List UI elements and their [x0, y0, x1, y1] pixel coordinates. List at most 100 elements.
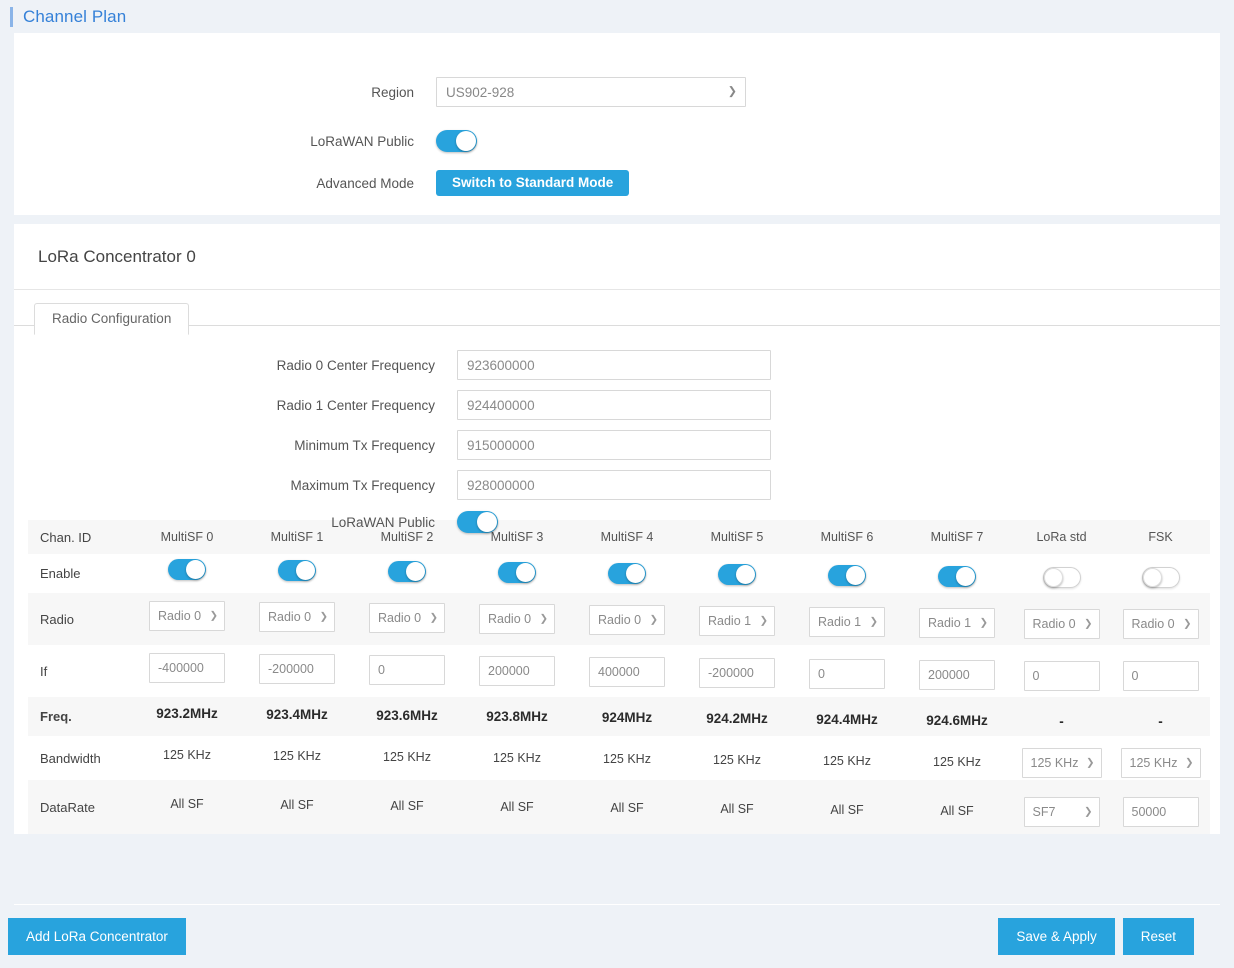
reset-button[interactable]: Reset: [1122, 918, 1194, 955]
radio-select-multisf-3[interactable]: Radio 0: [479, 604, 555, 634]
if-input-fsk[interactable]: [1122, 661, 1199, 691]
lorawan-public-toggle[interactable]: [436, 130, 477, 152]
row-label-radio: Radio: [40, 611, 74, 627]
radio-select-multisf-5[interactable]: Radio 1: [699, 606, 775, 636]
switch-to-standard-mode-button[interactable]: Switch to Standard Mode: [436, 170, 630, 196]
radio-select-wrapper-multisf-3[interactable]: Radio 0 ❯: [479, 604, 555, 634]
radio-select-wrapper-lora-std[interactable]: Radio 0 ❯: [1023, 609, 1100, 639]
radio1-center-frequency-row: Radio 1 Center Frequency: [2, 390, 771, 420]
enable-toggle-multisf-4[interactable]: [608, 562, 646, 584]
toggle-knob: [736, 564, 755, 584]
advanced-mode-label: Advanced Mode: [316, 175, 414, 191]
region-select[interactable]: US902-928: [436, 77, 746, 107]
radio-select-multisf-2[interactable]: Radio 0: [369, 603, 445, 633]
enable-toggle-multisf-0[interactable]: [168, 558, 206, 580]
if-input-multisf-3[interactable]: [479, 656, 555, 686]
concentrator-title: LoRa Concentrator 0: [14, 224, 1220, 290]
radio-select-wrapper-multisf-4[interactable]: Radio 0 ❯: [589, 605, 665, 635]
enable-toggle-multisf-3[interactable]: [498, 561, 536, 583]
table-row-enable: Enable: [28, 554, 1210, 593]
radio0-center-frequency-label: Radio 0 Center Frequency: [276, 357, 435, 373]
if-input-multisf-2[interactable]: [369, 655, 445, 685]
enable-toggle-multisf-6[interactable]: [828, 564, 866, 586]
toggle-knob: [1142, 567, 1162, 587]
maximum-tx-frequency-input[interactable]: [457, 470, 771, 500]
freq-value-multisf-6: 924.4MHz: [816, 712, 878, 727]
enable-toggle-lora-std[interactable]: [1042, 566, 1081, 588]
if-input-multisf-1[interactable]: [259, 654, 335, 684]
save-apply-button[interactable]: Save & Apply: [998, 918, 1115, 955]
toggle-knob: [296, 560, 315, 580]
freq-value-multisf-0: 923.2MHz: [156, 706, 218, 721]
radio-select-multisf-6[interactable]: Radio 1: [809, 607, 885, 637]
freq-value-fsk: -: [1158, 714, 1163, 729]
table-row-datarate: DataRate All SF All SF All SF All SF All…: [28, 780, 1210, 834]
radio-select-wrapper-multisf-0[interactable]: Radio 0 ❯: [149, 601, 225, 631]
add-lora-concentrator-button[interactable]: Add LoRa Concentrator: [8, 918, 186, 955]
bandwidth-select-lora-std[interactable]: 125 KHz: [1021, 748, 1102, 778]
if-input-lora-std[interactable]: [1023, 661, 1100, 691]
radio-select-wrapper-multisf-6[interactable]: Radio 1 ❯: [809, 607, 885, 637]
radio-select-multisf-1[interactable]: Radio 0: [259, 602, 335, 632]
region-select-wrapper[interactable]: US902-928 ❯: [436, 77, 746, 107]
concentrator-lorawan-public-toggle[interactable]: [457, 511, 498, 533]
datarate-select-wrapper-lora-std[interactable]: SF7 ❯: [1023, 797, 1100, 827]
bandwidth-select-wrapper-lora-std[interactable]: 125 KHz ❯: [1021, 748, 1102, 778]
radio-select-wrapper-multisf-7[interactable]: Radio 1 ❯: [919, 608, 995, 638]
concentrator-lorawan-public-row: LoRaWAN Public: [2, 511, 498, 533]
minimum-tx-frequency-input[interactable]: [457, 430, 771, 460]
bandwidth-value-multisf-5: 125 KHz: [713, 753, 761, 767]
title-accent-bar: [10, 6, 13, 27]
if-input-multisf-0[interactable]: [149, 653, 225, 683]
toggle-knob: [956, 566, 975, 586]
table-row-freq: Freq. 923.2MHz 923.4MHz 923.6MHz 923.8MH…: [28, 697, 1210, 736]
row-label-if: If: [40, 663, 48, 679]
if-input-multisf-4[interactable]: [589, 657, 665, 687]
freq-value-multisf-4: 924MHz: [601, 710, 653, 725]
radio-select-multisf-4[interactable]: Radio 0: [589, 605, 665, 635]
bandwidth-value-multisf-3: 125 KHz: [493, 751, 541, 765]
enable-toggle-multisf-5[interactable]: [718, 563, 756, 585]
datarate-select-lora-std[interactable]: SF7: [1023, 797, 1100, 827]
datarate-value-multisf-3: All SF: [500, 800, 534, 814]
radio-select-multisf-0[interactable]: Radio 0: [149, 601, 225, 631]
radio1-center-frequency-input[interactable]: [457, 390, 771, 420]
radio0-center-frequency-input[interactable]: [457, 350, 771, 380]
datarate-value-multisf-7: All SF: [940, 804, 974, 818]
bandwidth-value-multisf-1: 125 KHz: [273, 749, 321, 763]
enable-toggle-multisf-2[interactable]: [388, 560, 426, 582]
freq-value-multisf-7: 924.6MHz: [926, 713, 988, 728]
datarate-input-fsk[interactable]: [1122, 797, 1199, 827]
minimum-tx-frequency-label: Minimum Tx Frequency: [294, 437, 435, 453]
concentrator-panel: LoRa Concentrator 0 Radio Configuration …: [14, 224, 1220, 834]
header-multisf-7: MultiSF 7: [930, 530, 984, 544]
enable-toggle-multisf-7[interactable]: [938, 565, 976, 587]
radio-select-wrapper-multisf-1[interactable]: Radio 0 ❯: [259, 602, 335, 632]
radio-select-multisf-7[interactable]: Radio 1: [919, 608, 995, 638]
bandwidth-select-wrapper-fsk[interactable]: 125 KHz ❯: [1120, 748, 1201, 778]
maximum-tx-frequency-label: Maximum Tx Frequency: [290, 477, 435, 493]
enable-toggle-fsk[interactable]: [1141, 566, 1180, 588]
if-input-multisf-5[interactable]: [699, 658, 775, 688]
lorawan-public-label: LoRaWAN Public: [310, 133, 414, 149]
if-input-multisf-6[interactable]: [809, 659, 885, 689]
header-multisf-6: MultiSF 6: [820, 530, 874, 544]
radio-select-fsk[interactable]: Radio 0: [1122, 609, 1199, 639]
freq-value-multisf-1: 923.4MHz: [266, 707, 328, 722]
bandwidth-select-fsk[interactable]: 125 KHz: [1120, 748, 1201, 778]
enable-toggle-multisf-1[interactable]: [278, 559, 316, 581]
row-label-enable: Enable: [40, 566, 81, 581]
radio0-center-frequency-row: Radio 0 Center Frequency: [2, 350, 771, 380]
if-input-multisf-7[interactable]: [919, 660, 995, 690]
radio1-center-frequency-label: Radio 1 Center Frequency: [276, 397, 435, 413]
radio-configuration-form: Radio 0 Center Frequency Radio 1 Center …: [14, 326, 1220, 533]
settings-panel: Region US902-928 ❯ LoRaWAN Public Advanc…: [14, 33, 1220, 215]
radio-select-wrapper-multisf-2[interactable]: Radio 0 ❯: [369, 603, 445, 633]
toggle-knob: [516, 562, 535, 582]
header-multisf-4: MultiSF 4: [600, 530, 654, 544]
radio-select-wrapper-multisf-5[interactable]: Radio 1 ❯: [699, 606, 775, 636]
minimum-tx-frequency-row: Minimum Tx Frequency: [2, 430, 771, 460]
radio-select-wrapper-fsk[interactable]: Radio 0 ❯: [1122, 609, 1199, 639]
radio-select-lora-std[interactable]: Radio 0: [1023, 609, 1100, 639]
region-label: Region: [371, 84, 414, 100]
